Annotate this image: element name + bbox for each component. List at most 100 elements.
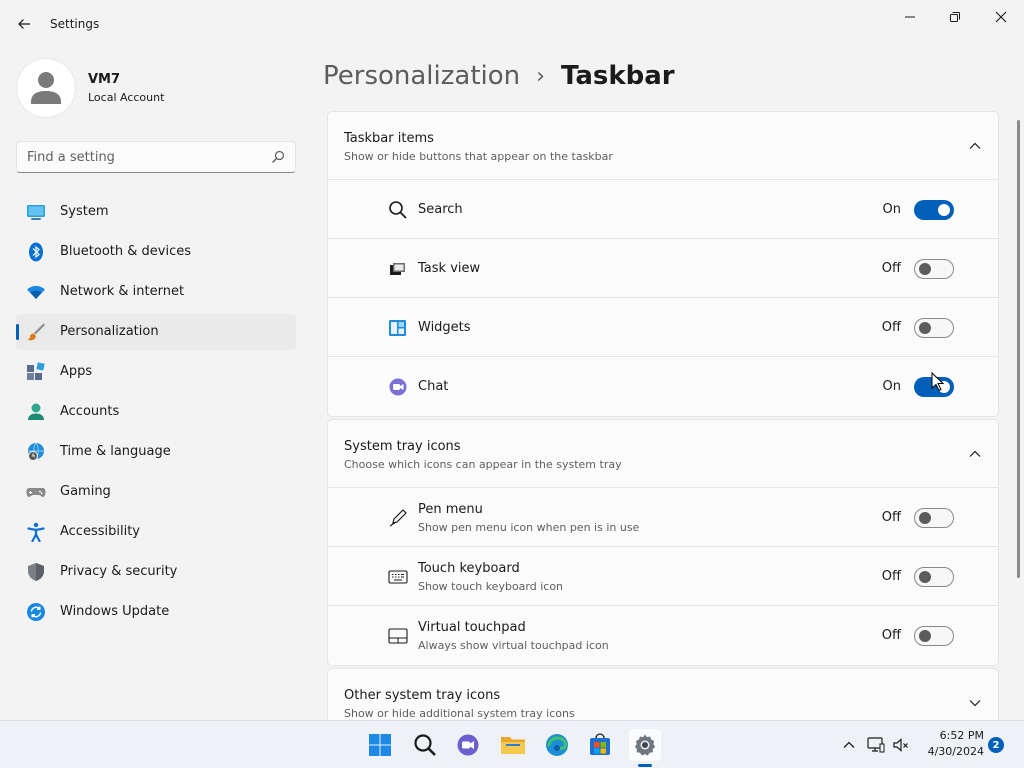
page-title: Taskbar bbox=[560, 61, 675, 91]
setting-label: Pen menu bbox=[418, 502, 483, 517]
vertical-scrollbar[interactable] bbox=[1017, 120, 1020, 578]
back-arrow-icon bbox=[18, 19, 30, 29]
toggle-knob bbox=[938, 204, 950, 216]
sidebar-item-accounts[interactable]: Accounts bbox=[16, 394, 296, 430]
settings-icon bbox=[634, 734, 656, 756]
section-subtitle: Choose which icons can appear in the sys… bbox=[344, 458, 622, 471]
wifi-icon bbox=[27, 285, 45, 299]
sidebar-item-network[interactable]: Network & internet bbox=[16, 274, 296, 310]
search-toggle[interactable] bbox=[914, 200, 954, 220]
network-icon bbox=[867, 737, 885, 753]
bluetooth-icon bbox=[29, 242, 43, 262]
start-icon bbox=[369, 734, 391, 756]
file-explorer-icon bbox=[501, 737, 525, 754]
sidebar-item-apps[interactable]: Apps bbox=[16, 354, 296, 390]
minimize-icon bbox=[905, 16, 915, 18]
keyboard-icon bbox=[388, 570, 408, 584]
setting-row-search: Search On bbox=[328, 180, 998, 239]
close-icon bbox=[995, 11, 1007, 23]
sidebar-item-bluetooth[interactable]: Bluetooth & devices bbox=[16, 234, 296, 270]
sidebar-item-label: Personalization bbox=[60, 324, 159, 339]
accounts-icon bbox=[28, 403, 44, 420]
setting-label: Touch keyboard bbox=[418, 561, 520, 576]
sidebar-item-time-language[interactable]: Time & language bbox=[16, 434, 296, 470]
taskbar-search-button[interactable] bbox=[409, 729, 441, 761]
start-button[interactable] bbox=[364, 729, 396, 761]
task-view-toggle[interactable] bbox=[914, 259, 954, 279]
taskbar: 6:52 PM 4/30/2024 2 bbox=[0, 720, 1024, 768]
close-button[interactable] bbox=[978, 4, 1024, 30]
minimize-button[interactable] bbox=[887, 4, 933, 30]
apps-icon bbox=[27, 362, 45, 380]
setting-label: Chat bbox=[418, 379, 449, 394]
sidebar-item-system[interactable]: System bbox=[16, 194, 296, 230]
sidebar-item-accessibility[interactable]: Accessibility bbox=[16, 514, 296, 550]
toggle-knob bbox=[919, 263, 931, 275]
sidebar-nav: System Bluetooth & devices Network & int… bbox=[16, 194, 296, 634]
title-bar: Settings bbox=[0, 0, 1024, 48]
section-subtitle: Show or hide buttons that appear on the … bbox=[344, 150, 613, 163]
virtual-touchpad-toggle[interactable] bbox=[914, 626, 954, 646]
chat-icon bbox=[457, 734, 479, 756]
sidebar-item-label: Bluetooth & devices bbox=[60, 244, 191, 259]
search-icon bbox=[272, 150, 285, 163]
section-title: System tray icons bbox=[344, 439, 461, 454]
toggle-state-text: Off bbox=[881, 320, 901, 335]
widgets-toggle[interactable] bbox=[914, 318, 954, 338]
sidebar-item-gaming[interactable]: Gaming bbox=[16, 474, 296, 510]
restore-button[interactable] bbox=[932, 4, 978, 30]
settings-search[interactable] bbox=[16, 141, 296, 173]
sidebar-item-personalization[interactable]: Personalization bbox=[16, 314, 296, 350]
notification-badge[interactable]: 2 bbox=[988, 737, 1004, 753]
toggle-state-text: On bbox=[882, 202, 901, 217]
sidebar-item-windows-update[interactable]: Windows Update bbox=[16, 594, 296, 630]
taskbar-settings-button[interactable] bbox=[629, 729, 661, 761]
touchpad-icon bbox=[388, 628, 408, 644]
chevron-down-icon[interactable] bbox=[968, 696, 982, 710]
toggle-state-text: Off bbox=[881, 569, 901, 584]
account-type: Local Account bbox=[88, 91, 165, 104]
setting-label: Virtual touchpad bbox=[418, 620, 526, 635]
chevron-up-icon[interactable] bbox=[968, 139, 982, 153]
taskbar-chat-button[interactable] bbox=[452, 729, 484, 761]
chevron-up-icon[interactable] bbox=[968, 447, 982, 461]
toggle-state-text: On bbox=[882, 379, 901, 394]
sidebar-item-label: Accessibility bbox=[60, 524, 140, 539]
setting-row-touch-keyboard: Touch keyboard Show touch keyboard icon … bbox=[328, 547, 998, 606]
show-hidden-icons-button[interactable] bbox=[839, 735, 859, 755]
toggle-state-text: Off bbox=[881, 261, 901, 276]
mouse-cursor-icon bbox=[931, 372, 945, 392]
touch-keyboard-toggle[interactable] bbox=[914, 567, 954, 587]
search-input[interactable] bbox=[27, 147, 267, 167]
section-header-taskbar-items[interactable]: Taskbar items Show or hide buttons that … bbox=[328, 112, 998, 180]
setting-row-pen-menu: Pen menu Show pen menu icon when pen is … bbox=[328, 488, 998, 547]
system-icon bbox=[27, 205, 45, 220]
taskbar-file-explorer-button[interactable] bbox=[497, 729, 529, 761]
breadcrumb-parent-link[interactable]: Personalization bbox=[323, 61, 520, 91]
pen-icon bbox=[389, 509, 407, 527]
volume-muted-icon bbox=[893, 738, 908, 752]
section-title: Taskbar items bbox=[344, 131, 434, 146]
breadcrumb: Personalization › Taskbar bbox=[323, 58, 675, 94]
user-profile[interactable]: VM7 Local Account bbox=[16, 58, 296, 118]
pen-menu-toggle[interactable] bbox=[914, 508, 954, 528]
setting-row-chat: Chat On bbox=[328, 357, 998, 416]
sidebar-item-privacy-security[interactable]: Privacy & security bbox=[16, 554, 296, 590]
taskbar-store-button[interactable] bbox=[584, 729, 616, 761]
section-taskbar-items: Taskbar items Show or hide buttons that … bbox=[327, 111, 999, 417]
toggle-state-text: Off bbox=[881, 628, 901, 643]
sidebar-item-label: Windows Update bbox=[60, 604, 170, 619]
gamepad-icon bbox=[26, 488, 46, 497]
sidebar-item-label: System bbox=[60, 204, 109, 219]
taskbar-clock[interactable]: 6:52 PM 4/30/2024 bbox=[920, 728, 984, 760]
taskbar-edge-button[interactable] bbox=[541, 729, 573, 761]
brush-icon bbox=[27, 323, 45, 341]
clock-date: 4/30/2024 bbox=[927, 745, 984, 758]
section-header-system-tray-icons[interactable]: System tray icons Choose which icons can… bbox=[328, 420, 998, 488]
back-button[interactable] bbox=[12, 12, 36, 36]
section-system-tray-icons: System tray icons Choose which icons can… bbox=[327, 419, 999, 666]
setting-description: Always show virtual touchpad icon bbox=[418, 639, 609, 652]
user-avatar-icon bbox=[31, 72, 61, 104]
volume-tray-button[interactable] bbox=[891, 735, 911, 755]
network-tray-button[interactable] bbox=[866, 735, 886, 755]
